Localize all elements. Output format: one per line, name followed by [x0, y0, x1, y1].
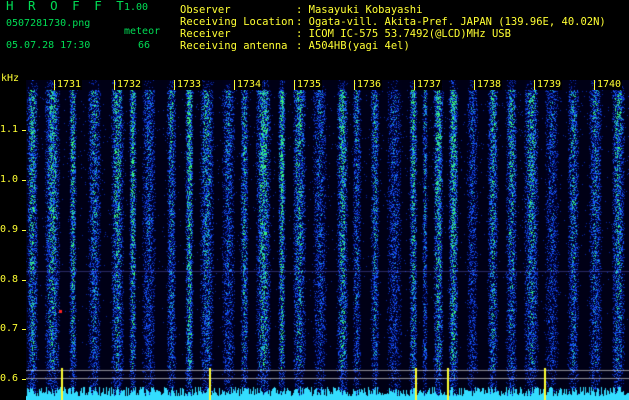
observer-value: : Masayuki Kobayashi [296, 4, 423, 16]
time-tick [174, 80, 175, 90]
y-tick-label: 0.7 [0, 323, 19, 334]
time-tick [354, 80, 355, 90]
y-tick-label: 0.6 [0, 373, 19, 384]
time-label: 1736 [356, 79, 383, 90]
time-label: 1738 [476, 79, 503, 90]
app-title: H R O F F T [6, 0, 128, 13]
y-tick-label: 1.0 [0, 174, 19, 185]
time-label: 1740 [596, 79, 623, 90]
location-value: : Ogata-vill. Akita-Pref. JAPAN (139.96E… [296, 16, 606, 28]
time-label: 1739 [536, 79, 563, 90]
y-tick-label: 1.1 [0, 124, 19, 135]
time-tick [114, 80, 115, 90]
time-tick [234, 80, 235, 90]
time-tick [54, 80, 55, 90]
image-filename: 0507281730.png [6, 18, 91, 29]
time-label: 1737 [416, 79, 443, 90]
time-label: 1733 [176, 79, 203, 90]
time-label: 1731 [56, 79, 83, 90]
time-label: 1734 [236, 79, 263, 90]
time-tick [594, 80, 595, 90]
time-label: 1732 [116, 79, 143, 90]
antenna-value: : A504HB(yagi 4el) [296, 40, 410, 52]
app-version: 1.00 [124, 2, 149, 13]
time-tick [414, 80, 415, 90]
location-label: Receiving Location [180, 16, 294, 28]
meteor-label: meteor [124, 26, 161, 37]
spectrogram-display [26, 80, 629, 400]
y-axis-unit: kHz [1, 73, 20, 84]
time-tick [294, 80, 295, 90]
receiver-value: : ICOM IC-575 53.7492(@LCD)MHz USB [296, 28, 511, 40]
time-tick [534, 80, 535, 90]
time-tick [474, 80, 475, 90]
antenna-label: Receiving antenna [180, 40, 288, 52]
observer-label: Observer [180, 4, 231, 16]
y-tick-label: 0.8 [0, 274, 19, 285]
receiver-label: Receiver [180, 28, 231, 40]
meteor-count: 66 [138, 40, 151, 51]
y-tick-label: 0.9 [0, 224, 19, 235]
observation-datetime: 05.07.28 17:30 [6, 40, 91, 51]
time-label: 1735 [296, 79, 323, 90]
